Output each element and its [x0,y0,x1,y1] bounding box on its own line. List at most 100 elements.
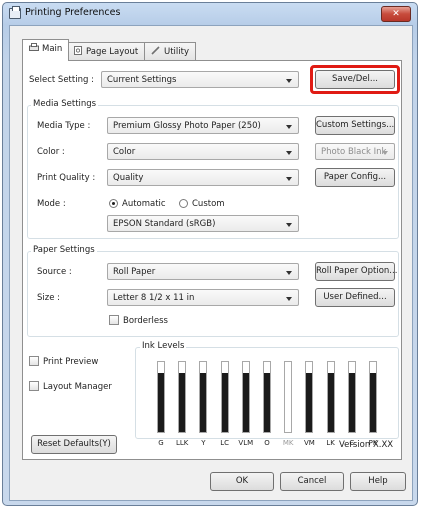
mode-value: EPSON Standard (sRGB) [113,219,216,229]
print-preview-label[interactable]: Print Preview [43,357,98,367]
ink-levels-title: Ink Levels [140,341,187,351]
ink-fill-pk [370,372,376,432]
chevron-down-icon [286,297,292,301]
tab-page-layout[interactable]: Page Layout [66,42,146,60]
ink-bar-lk [326,361,335,433]
printer-icon [29,43,39,52]
mode-automatic-label[interactable]: Automatic [122,199,166,209]
select-setting-dropdown[interactable]: Current Settings [101,71,299,88]
title-bar[interactable]: Printing Preferences ✕ [3,3,417,25]
wrench-icon [151,46,161,55]
save-del-highlight [310,65,400,94]
ink-fill-lc [221,372,228,432]
ink-bar-llk [178,361,187,433]
select-setting-label: Select Setting : [29,75,94,85]
ink-label-vm: VM [303,439,315,447]
color-value: Color [113,147,136,157]
paper-config-button[interactable]: Paper Config... [315,168,395,187]
help-button[interactable]: Help [350,472,406,491]
media-type-value: Premium Glossy Photo Paper (250) [113,121,261,131]
size-value: Letter 8 1/2 x 11 in [113,293,195,303]
dialog-client-area: Main Page Layout Utility Select Setting … [9,25,413,501]
ink-label-o: O [264,439,270,447]
chevron-down-icon [286,271,292,275]
ink-label-y: Y [201,439,206,447]
ink-bar-mk [284,361,293,433]
tab-main-label: Main [42,44,63,54]
source-value: Roll Paper [113,267,156,277]
ink-bar-o [263,361,271,433]
tab-main[interactable]: Main [22,39,70,61]
cancel-button[interactable]: Cancel [280,472,344,491]
ink-fill-lk [327,372,334,432]
ink-fill-g [158,372,164,432]
layout-manager-label[interactable]: Layout Manager [43,382,112,392]
ok-button[interactable]: OK [210,472,274,491]
chevron-down-icon [382,151,388,155]
mode-custom-label[interactable]: Custom [192,199,225,209]
ink-label-lc: LC [220,439,229,447]
ink-bar-y [199,361,208,433]
printing-preferences-window: Printing Preferences ✕ Main Page Layout … [2,2,418,506]
ink-fill-y [200,372,207,432]
chevron-down-icon [286,223,292,227]
size-dropdown[interactable]: Letter 8 1/2 x 11 in [107,289,299,306]
printer-app-icon [9,6,21,19]
source-label: Source : [37,267,72,277]
ink-label-vlm: VLM [238,439,254,447]
close-button[interactable]: ✕ [381,6,411,22]
ink-label-mk: MK [282,439,294,447]
color-dropdown[interactable]: Color [107,143,299,160]
mode-dropdown[interactable]: EPSON Standard (sRGB) [107,215,299,232]
ink-fill-c [348,372,355,432]
chevron-down-icon [286,125,292,129]
user-defined-button[interactable]: User Defined... [315,288,395,307]
window-title: Printing Preferences [25,7,121,18]
ink-label-g: G [158,439,164,447]
media-type-label: Media Type : [37,121,91,131]
ink-fill-llk [179,372,186,432]
mode-automatic-radio[interactable] [109,199,118,208]
black-ink-value: Photo Black Ink [321,147,387,157]
borderless-label[interactable]: Borderless [123,316,168,326]
ink-bar-g [157,361,165,433]
ink-bar-c [347,361,356,433]
chevron-down-icon [286,151,292,155]
ink-label-llk: LLK [175,439,189,447]
mode-label: Mode : [37,199,66,209]
print-quality-dropdown[interactable]: Quality [107,169,299,186]
ink-bar-vlm [241,361,250,433]
custom-settings-button[interactable]: Custom Settings... [315,116,395,135]
media-settings-title: Media Settings [31,99,99,109]
ink-label-lk: LK [326,439,335,447]
ink-fill-o [264,372,270,432]
ink-bar-pk [369,361,377,433]
reset-defaults-button[interactable]: Reset Defaults(Y) [31,435,117,454]
ink-fill-vlm [242,372,249,432]
select-setting-value: Current Settings [107,75,177,85]
ink-fill-vm [306,372,313,432]
source-dropdown[interactable]: Roll Paper [107,263,299,280]
print-preview-checkbox[interactable] [29,356,39,366]
ink-bar-lc [220,361,229,433]
chevron-down-icon [286,177,292,181]
media-type-dropdown[interactable]: Premium Glossy Photo Paper (250) [107,117,299,134]
mode-custom-radio[interactable] [179,199,188,208]
borderless-checkbox[interactable] [109,315,119,325]
print-quality-value: Quality [113,173,144,183]
tab-utility[interactable]: Utility [144,42,197,60]
tab-utility-label: Utility [164,47,190,57]
layout-manager-checkbox[interactable] [29,381,39,391]
roll-paper-option-button[interactable]: Roll Paper Option... [315,262,397,281]
paper-settings-title: Paper Settings [31,245,97,255]
chevron-down-icon [286,79,292,83]
close-icon: ✕ [392,9,400,19]
version-label: Version X.XX [339,440,394,450]
page-layout-icon [73,46,83,55]
size-label: Size : [37,293,61,303]
color-label: Color : [37,147,65,157]
black-ink-dropdown[interactable]: Photo Black Ink [315,143,395,160]
ink-bar-vm [305,361,314,433]
tab-page-layout-label: Page Layout [86,47,139,57]
main-tab-panel: Select Setting : Current Settings Save/D… [22,60,402,460]
